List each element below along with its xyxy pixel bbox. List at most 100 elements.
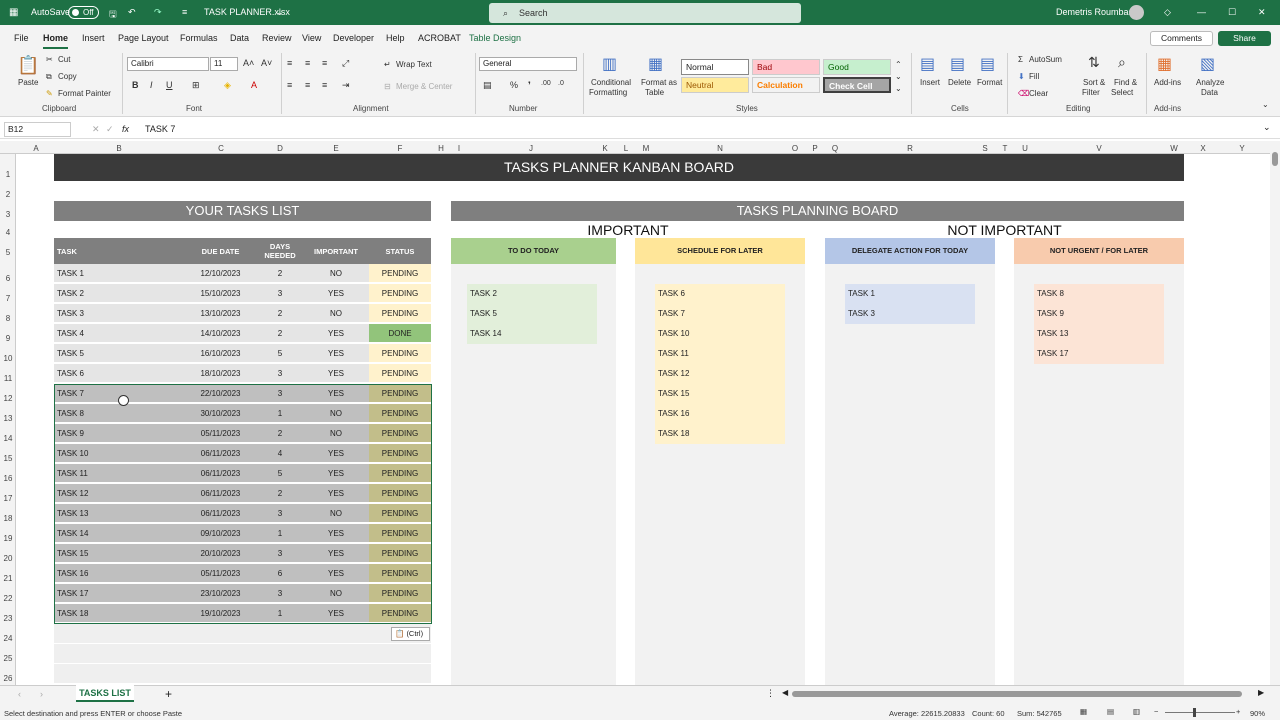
- column-header[interactable]: O: [790, 144, 800, 153]
- delete-cells-icon[interactable]: ▤: [950, 54, 965, 74]
- page-layout-view-icon[interactable]: ▤: [1107, 707, 1114, 716]
- column-header[interactable]: Y: [1237, 144, 1247, 153]
- row-header[interactable]: 3: [0, 210, 16, 219]
- autosum-icon[interactable]: Σ: [1018, 55, 1023, 64]
- format-painter-button[interactable]: Format Painter: [58, 89, 111, 98]
- select-label[interactable]: Select: [1111, 88, 1133, 97]
- formatting-label[interactable]: Formatting: [589, 88, 627, 97]
- undo-icon[interactable]: ↶: [128, 7, 136, 18]
- row-header[interactable]: 22: [0, 594, 16, 603]
- percent-icon[interactable]: %: [510, 80, 518, 90]
- row-header[interactable]: 6: [0, 274, 16, 283]
- search-box[interactable]: ⌕ Search: [489, 3, 801, 23]
- row-header[interactable]: 23: [0, 614, 16, 623]
- important-cell[interactable]: YES: [303, 364, 369, 383]
- row-header[interactable]: 24: [0, 634, 16, 643]
- increase-font-icon[interactable]: A˄: [243, 58, 254, 68]
- sheet-tab-tasks-list[interactable]: TASKS LIST: [76, 685, 134, 702]
- tab-acrobat[interactable]: ACROBAT: [418, 33, 461, 43]
- row-header[interactable]: 16: [0, 474, 16, 483]
- fill-button[interactable]: Fill: [1029, 72, 1039, 81]
- add-ins-icon[interactable]: ▦: [1157, 54, 1172, 74]
- row-header[interactable]: 25: [0, 654, 16, 663]
- kanban-card[interactable]: TASK 7: [658, 304, 785, 324]
- format-painter-icon[interactable]: ✎: [46, 89, 53, 98]
- task-cell[interactable]: TASK 2: [54, 284, 184, 303]
- fill-icon[interactable]: ⬇: [1018, 72, 1025, 81]
- align-right-icon[interactable]: ≡: [322, 80, 327, 90]
- column-header[interactable]: F: [395, 144, 405, 153]
- sort-label[interactable]: Sort &: [1083, 78, 1105, 87]
- task-cell[interactable]: TASK 4: [54, 324, 184, 343]
- tab-insert[interactable]: Insert: [82, 33, 105, 43]
- days-needed-cell[interactable]: 3: [257, 364, 303, 383]
- style-check-cell[interactable]: Check Cell: [823, 77, 891, 93]
- comma-icon[interactable]: ❜: [528, 80, 531, 91]
- kanban-card[interactable]: TASK 6: [658, 284, 785, 304]
- diamond-icon[interactable]: ◇: [1164, 7, 1171, 18]
- column-header[interactable]: D: [275, 144, 285, 153]
- autosum-button[interactable]: AutoSum: [1029, 55, 1062, 64]
- column-header[interactable]: U: [1020, 144, 1030, 153]
- column-header[interactable]: T: [1000, 144, 1010, 153]
- kanban-card[interactable]: TASK 3: [848, 304, 975, 324]
- zoom-slider-thumb[interactable]: [1193, 708, 1196, 717]
- days-needed-cell[interactable]: 5: [257, 344, 303, 363]
- styles-more-icon[interactable]: ⌄: [895, 84, 902, 93]
- tab-file[interactable]: File: [14, 33, 29, 43]
- row-header[interactable]: 19: [0, 534, 16, 543]
- bold-icon[interactable]: B: [132, 80, 139, 90]
- format-cells-icon[interactable]: ▤: [980, 54, 995, 74]
- align-left-icon[interactable]: ≡: [287, 80, 292, 90]
- row-header[interactable]: 21: [0, 574, 16, 583]
- align-middle-icon[interactable]: ≡: [305, 58, 310, 68]
- increase-decimal-icon[interactable]: .00: [541, 80, 551, 87]
- format-cells-button[interactable]: Format: [977, 78, 1002, 87]
- row-header[interactable]: 9: [0, 334, 16, 343]
- name-box[interactable]: B12: [4, 122, 71, 137]
- tab-developer[interactable]: Developer: [333, 33, 374, 43]
- data-label[interactable]: Data: [1201, 88, 1218, 97]
- insert-cells-button[interactable]: Insert: [920, 78, 940, 87]
- row-header[interactable]: 1: [0, 170, 16, 179]
- zoom-out-icon[interactable]: −: [1154, 707, 1158, 716]
- status-cell[interactable]: PENDING: [369, 284, 431, 303]
- status-cell[interactable]: PENDING: [369, 364, 431, 383]
- add-ins-button[interactable]: Add-ins: [1154, 78, 1181, 87]
- font-size-combo[interactable]: 11: [210, 57, 238, 71]
- underline-icon[interactable]: U: [166, 80, 173, 90]
- column-header[interactable]: R: [905, 144, 915, 153]
- tab-formulas[interactable]: Formulas: [180, 33, 218, 43]
- row-header[interactable]: 5: [0, 248, 16, 257]
- due-date-cell[interactable]: 14/10/2023: [184, 324, 257, 343]
- minimize-icon[interactable]: —: [1197, 7, 1206, 17]
- comments-button[interactable]: Comments: [1150, 31, 1213, 46]
- sort-filter-icon[interactable]: ⇅: [1088, 54, 1100, 71]
- chevron-down-icon[interactable]: ⌄: [276, 7, 284, 18]
- style-neutral[interactable]: Neutral: [681, 77, 749, 93]
- column-header[interactable]: Q: [830, 144, 840, 153]
- due-date-cell[interactable]: 18/10/2023: [184, 364, 257, 383]
- borders-icon[interactable]: ⊞: [192, 80, 200, 91]
- merge-center-button[interactable]: Merge & Center: [396, 82, 452, 91]
- column-header[interactable]: I: [454, 144, 464, 153]
- cut-icon[interactable]: ✂: [46, 55, 53, 64]
- due-date-cell[interactable]: 12/10/2023: [184, 264, 257, 283]
- analyze-data-icon[interactable]: ▧: [1200, 54, 1215, 74]
- table-label[interactable]: Table: [645, 88, 664, 97]
- kanban-card[interactable]: TASK 10: [658, 324, 785, 344]
- empty-row[interactable]: [54, 644, 431, 664]
- format-as-table-label[interactable]: Format as: [641, 78, 677, 87]
- days-needed-cell[interactable]: 2: [257, 304, 303, 323]
- insert-cells-icon[interactable]: ▤: [920, 54, 935, 74]
- days-needed-cell[interactable]: 2: [257, 264, 303, 283]
- autosave-toggle[interactable]: Off: [68, 6, 99, 19]
- maximize-icon[interactable]: ☐: [1228, 7, 1236, 18]
- delete-cells-button[interactable]: Delete: [948, 78, 971, 87]
- row-header[interactable]: 18: [0, 514, 16, 523]
- task-cell[interactable]: TASK 1: [54, 264, 184, 283]
- row-header[interactable]: 17: [0, 494, 16, 503]
- important-cell[interactable]: NO: [303, 304, 369, 323]
- conditional-formatting-icon[interactable]: ▥: [602, 54, 617, 74]
- status-count[interactable]: Count: 60: [972, 709, 1005, 718]
